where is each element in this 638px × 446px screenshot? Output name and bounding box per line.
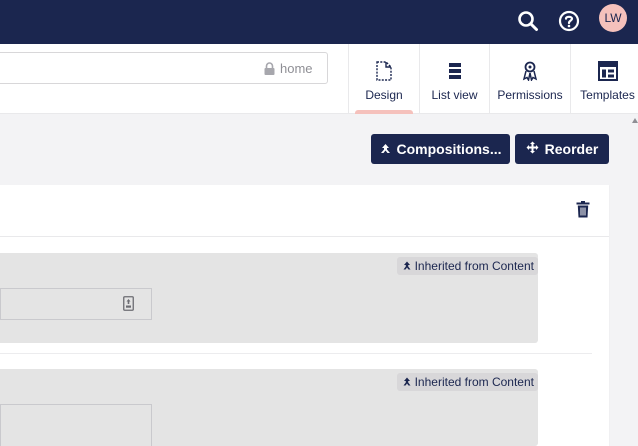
tab-list-view[interactable]: List view [419,44,489,114]
reorder-button[interactable]: Reorder [515,134,609,164]
inherited-tag: Inherited from Content [396,257,538,275]
tab-design[interactable]: Design [348,44,419,114]
tab-label: Templates [580,88,635,102]
scroll-up-arrow-icon[interactable] [632,118,638,123]
compositions-button[interactable]: Compositions... [371,134,510,164]
composition-icon [403,375,411,389]
scrollbar[interactable] [630,114,638,446]
trash-icon[interactable] [576,201,590,223]
property-divider [0,353,592,354]
property-editor-preview [0,288,152,320]
property-editor-preview [0,404,152,446]
group-header [0,185,609,237]
tab-permissions[interactable]: Permissions [489,44,570,114]
property-item[interactable]: Inherited from Content [0,253,538,343]
composition-icon [403,259,411,273]
editor-preview-icon [123,296,134,316]
alias-field[interactable]: home [0,52,328,84]
user-avatar[interactable]: LW [599,4,627,32]
permissions-icon [522,60,538,82]
alias-text: home [280,61,313,76]
inherited-label: Inherited from Content [414,259,534,273]
templates-icon [597,60,618,82]
tab-label: List view [431,88,478,102]
move-icon [526,141,539,157]
avatar-initials: LW [604,11,622,25]
top-bar: LW [0,0,638,44]
tab-label: Design [365,88,403,102]
inherited-label: Inherited from Content [414,375,534,389]
tab-templates[interactable]: Templates [570,44,638,114]
compositions-label: Compositions... [396,141,502,157]
tab-label: Permissions [497,88,563,102]
help-icon[interactable] [554,6,584,36]
inherited-tag: Inherited from Content [396,373,538,391]
list-icon [448,60,462,82]
search-icon[interactable] [513,6,543,36]
property-item[interactable]: Inherited from Content [0,369,538,446]
editor-header: home Design List view Permissions Templa… [0,44,638,114]
document-icon [376,60,392,82]
property-group: Inherited from Content Inherited from Co… [0,185,609,446]
reorder-label: Reorder [544,141,599,157]
compositions-icon [380,141,391,157]
lock-icon[interactable] [264,62,275,80]
